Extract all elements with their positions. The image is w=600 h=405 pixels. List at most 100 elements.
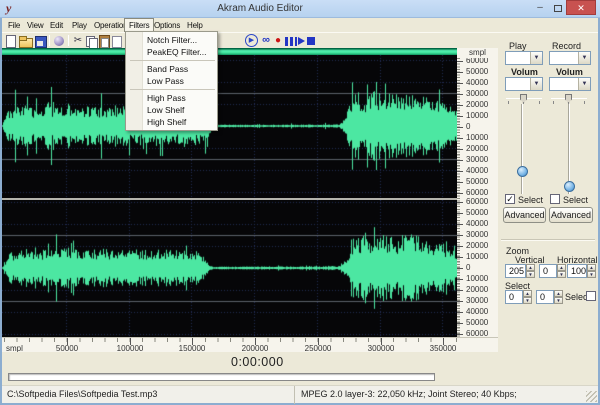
menu-view[interactable]: View [23,19,47,32]
maximize-button[interactable] [550,2,566,15]
ruler-label: 40000 [466,79,488,87]
panel-separator [501,239,595,241]
play-circle-icon[interactable]: ▶ [245,34,258,47]
zoom-mid-spinner[interactable]: 0 ▲ ▼ [539,264,566,278]
waveform-channel-1[interactable] [2,55,457,198]
spin-up-icon[interactable]: ▲ [523,290,532,297]
menu-file[interactable]: File [4,19,24,32]
record-select-checkbox[interactable] [550,194,560,204]
ruler-tick [457,193,463,194]
save-icon[interactable] [33,34,47,48]
play-balance-slider[interactable] [506,93,542,104]
minimize-button[interactable]: – [532,2,548,15]
chevron-down-icon[interactable]: ▼ [578,78,590,90]
menubar: FileViewEditPlayOperationFiltersOptionsH… [2,18,598,32]
play-device-select[interactable]: ▼ [505,51,543,65]
menuitem-low-shelf[interactable]: Low Shelf [126,104,217,116]
spin-up-icon[interactable]: ▲ [557,264,566,271]
ruler-tick [457,61,463,62]
menuitem-notch-filter[interactable]: Notch Filter... [126,34,217,46]
slider-thumb[interactable] [517,166,528,177]
open-folder-icon[interactable] [18,34,32,48]
ruler-label: 60000 [466,198,488,206]
play-select-label: Select [518,195,543,205]
spin-down-icon[interactable]: ▼ [526,271,535,278]
seek-bar[interactable] [8,373,435,381]
sphere-icon[interactable] [52,34,66,48]
copy-icon[interactable] [84,34,98,48]
waveform-channel-2[interactable] [2,200,457,337]
ruler-label: 50000 [466,209,488,217]
status-file-path: C:\Softpedia Files\Softpedia Test.mp3 [2,386,295,404]
resize-grip[interactable] [586,391,597,402]
menuitem-high-shelf[interactable]: High Shelf [126,116,217,128]
play-volume-vslider[interactable] [516,104,528,194]
new-file-icon[interactable] [3,34,17,48]
menuitem-band-pass[interactable]: Band Pass [126,63,217,75]
play-volume-select[interactable]: ▼ [505,77,543,91]
spin-down-icon[interactable]: ▼ [523,297,532,304]
stop-icon[interactable] [304,34,318,48]
spin-up-icon[interactable]: ▲ [587,264,596,271]
spin-up-icon[interactable]: ▲ [526,264,535,271]
slider-thumb[interactable] [564,181,575,192]
spin-down-icon[interactable]: ▼ [554,297,563,304]
ruler-label: 40000 [466,308,488,316]
history-icon[interactable] [110,34,124,48]
chevron-down-icon[interactable]: ▼ [530,78,542,90]
play-advanced-button[interactable]: Advanced [503,207,546,223]
spin-down-icon[interactable]: ▼ [587,271,596,278]
spinner-value[interactable]: 100 [567,264,587,278]
maximize-icon [554,5,562,12]
paste-icon[interactable] [97,34,111,48]
ruler-label: 20000 [466,101,488,109]
record-volume-vslider[interactable] [563,104,575,194]
zoom-vertical-spinner[interactable]: 205 ▲ ▼ [505,264,535,278]
chevron-down-icon[interactable]: ▼ [530,52,542,64]
slider-thumb[interactable] [565,94,572,103]
record-balance-slider[interactable] [551,93,587,104]
record-device-select[interactable]: ▼ [549,51,591,65]
spin-up-icon[interactable]: ▲ [554,290,563,297]
ruler-label: 10000 [466,112,488,120]
filters-dropdown-menu: Notch Filter...PeakEQ Filter... Band Pass… [125,31,218,131]
ruler-tick [457,116,463,117]
ruler-label: 50000 [466,68,488,76]
ruler-tick [457,257,463,258]
spinner-value[interactable]: 0 [536,290,554,304]
ruler-tick [457,268,463,269]
spinner-value[interactable]: 205 [505,264,526,278]
waveform-overview-bar[interactable] [2,48,457,55]
toolbar-separator [68,35,69,46]
cut-icon[interactable]: ✂ [71,34,85,48]
toolbar-separator [49,35,50,46]
spin-down-icon[interactable]: ▼ [557,271,566,278]
zoom-horizontal-spinner[interactable]: 100 ▲ ▼ [567,264,596,278]
record-advanced-button[interactable]: Advanced [549,207,593,223]
chevron-down-icon[interactable]: ▼ [578,52,590,64]
ruler-tick [457,323,463,324]
select-end-spinner[interactable]: 0 ▲ ▼ [536,290,563,304]
ruler-tick [457,334,463,335]
titlebar[interactable]: y Akram Audio Editor – ✕ [0,0,600,18]
ruler-tick [457,301,463,302]
record-volume-select[interactable]: ▼ [549,77,591,91]
menuitem-peakeq-filter[interactable]: PeakEQ Filter... [126,46,217,58]
ruler-tick [457,202,463,203]
menu-edit[interactable]: Edit [46,19,67,32]
select-start-spinner[interactable]: 0 ▲ ▼ [505,290,532,304]
ruler-label: 30000 [466,297,488,305]
select-group-checkbox[interactable] [586,291,596,301]
ruler-label: 20000 [466,286,488,294]
menuitem-high-pass[interactable]: High Pass [126,92,217,104]
play-select-checkbox[interactable]: ✓ [505,194,515,204]
ruler-label: 20000 [466,145,488,153]
record-volume-label: Volum [556,67,583,77]
spinner-value[interactable]: 0 [539,264,557,278]
spinner-value[interactable]: 0 [505,290,523,304]
close-button[interactable]: ✕ [566,0,596,15]
menuitem-low-pass[interactable]: Low Pass [126,75,217,87]
menu-play[interactable]: Play [68,19,91,32]
slider-thumb[interactable] [520,94,527,103]
horizontal-ruler: smpl 50000100000150000200000250000300000… [2,337,498,352]
